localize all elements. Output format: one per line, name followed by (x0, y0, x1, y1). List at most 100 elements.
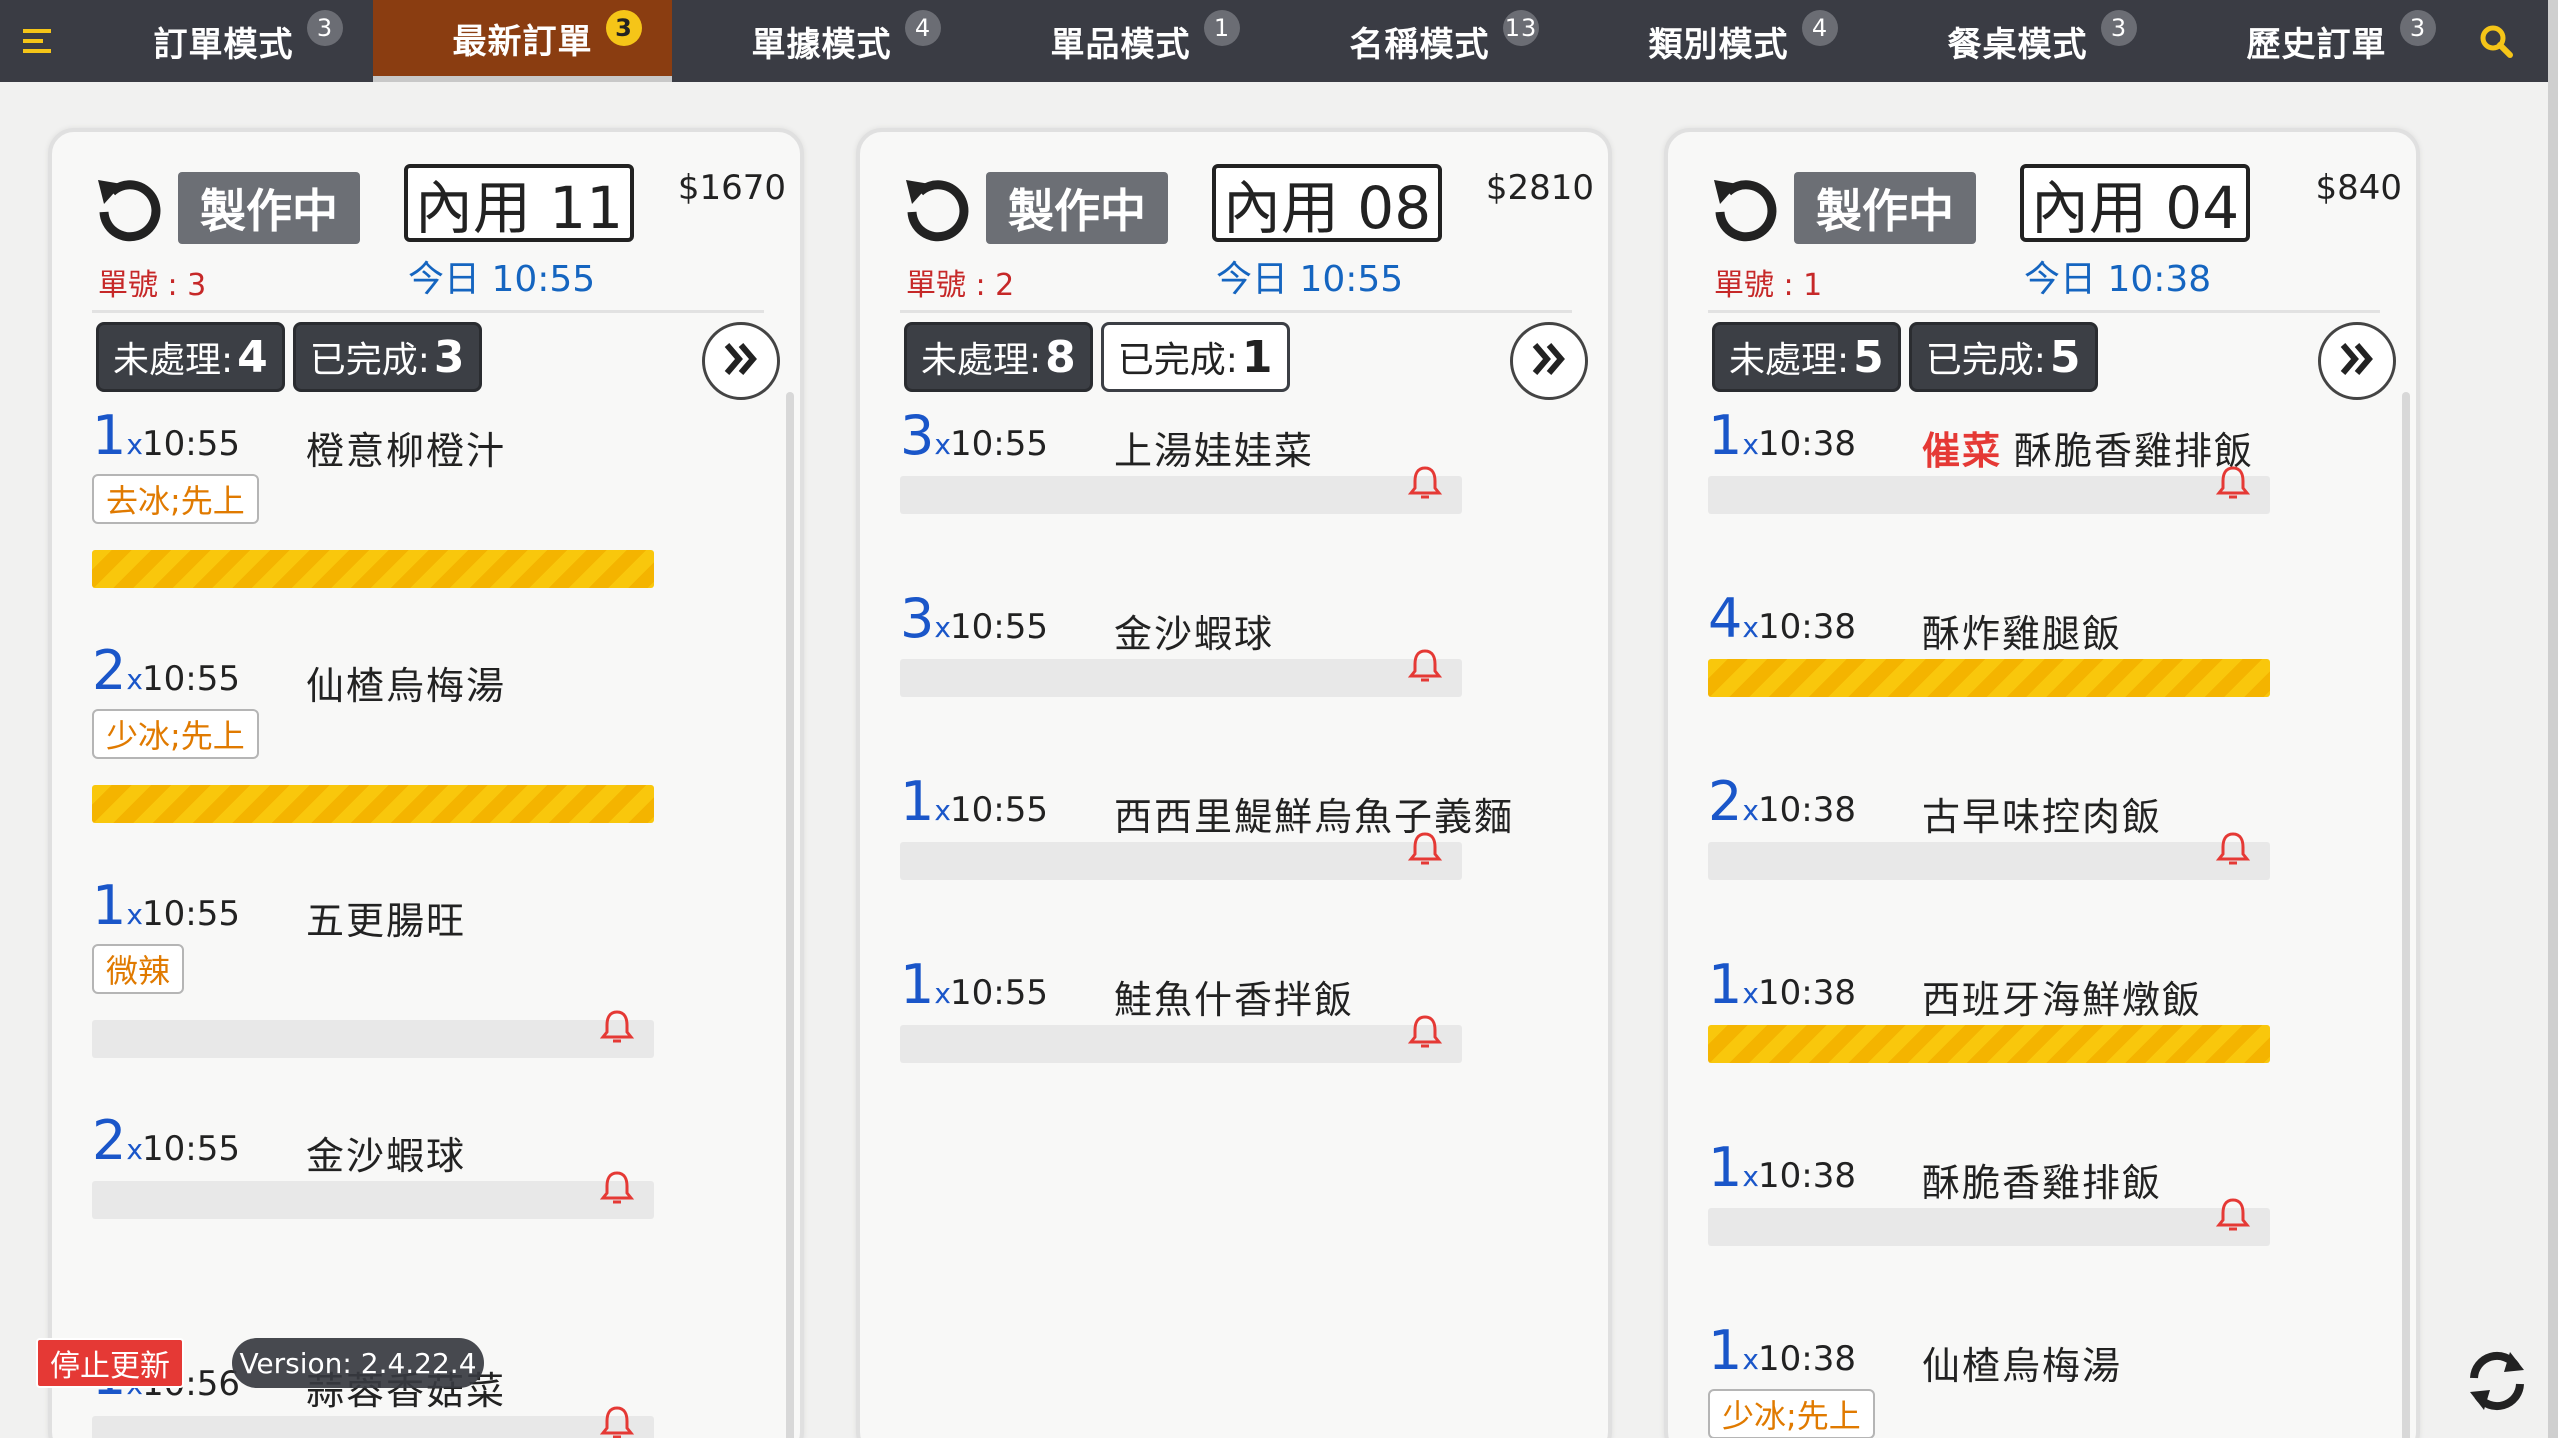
item-progress-bar[interactable] (92, 550, 654, 588)
done-count-button[interactable]: 已完成: 1 (1100, 322, 1290, 392)
tab-3[interactable]: 單品模式 1 (971, 0, 1270, 82)
divider (1708, 310, 2380, 313)
item-qty: 1x (1708, 1136, 1759, 1199)
bell-icon[interactable] (1406, 1013, 1444, 1051)
scrollbar[interactable] (786, 392, 794, 1438)
tab-6[interactable]: 餐桌模式 3 (1868, 0, 2167, 82)
done-label: 已完成: (1117, 340, 1238, 381)
status-counts: 未處理: 8 已完成: 1 (904, 322, 1290, 392)
tab-7[interactable]: 歷史訂單 3 (2167, 0, 2466, 82)
item-qty-value: 1 (900, 770, 935, 833)
bell-icon[interactable] (598, 1008, 636, 1046)
item-note: 微辣 (92, 944, 185, 994)
times-sign: x (1742, 1343, 1759, 1376)
item-pending-bar[interactable] (900, 466, 1462, 514)
item-pending-bar[interactable] (900, 1015, 1462, 1063)
item-qty: 1x (900, 770, 951, 833)
item-qty: 2x (92, 1109, 143, 1172)
forward-button[interactable] (2318, 322, 2396, 400)
order-number: 單號 : 3 (98, 268, 207, 303)
pending-count-button[interactable]: 未處理: 4 (96, 322, 285, 392)
status-counts: 未處理: 5 已完成: 5 (1712, 322, 2098, 392)
tab-count-badge: 3 (606, 10, 642, 46)
top-nav: 訂單模式 3 最新訂單 3 單據模式 4 單品模式 1 名稱模式 13 類別模式 4 餐桌模式 3 歷史訂單… (0, 0, 2548, 82)
item-name: 酥炸雞腿飯 (1922, 603, 2122, 658)
divider (900, 310, 1572, 313)
pending-count: 8 (1045, 331, 1076, 383)
urgent-tag: 催菜 (1922, 429, 2003, 473)
item-time: 10:38 (1758, 1156, 1856, 1196)
tab-1[interactable]: 最新訂單 3 (373, 0, 672, 82)
double-chevron-right-icon (1529, 341, 1569, 381)
item-name: 五更腸旺 (306, 890, 466, 945)
bell-icon[interactable] (598, 1404, 636, 1438)
order-time: 今日 10:55 (1216, 259, 1404, 300)
item-pending-bar[interactable] (900, 649, 1462, 697)
item-progress-bar[interactable] (92, 785, 654, 823)
tab-2[interactable]: 單據模式 4 (672, 0, 971, 82)
pending-count-button[interactable]: 未處理: 5 (1712, 322, 1901, 392)
item-time: 10:55 (950, 607, 1048, 647)
status-badge[interactable]: 製作中 (178, 172, 360, 244)
item-progress-bar[interactable] (1708, 1025, 2270, 1063)
bell-icon[interactable] (598, 1169, 636, 1207)
item-name: 西班牙海鮮燉飯 (1922, 969, 2202, 1024)
pending-count-button[interactable]: 未處理: 8 (904, 322, 1093, 392)
tab-5[interactable]: 類別模式 4 (1569, 0, 1868, 82)
item-qty-value: 2 (1708, 770, 1743, 833)
item-pending-bar[interactable] (92, 1406, 654, 1438)
undo-icon[interactable] (92, 170, 164, 242)
status-badge[interactable]: 製作中 (986, 172, 1168, 244)
item-qty: 1x (1708, 404, 1759, 467)
item-pending-bar[interactable] (900, 832, 1462, 880)
order-amount: $1670 (677, 168, 786, 208)
search-icon[interactable] (2466, 0, 2526, 82)
done-count-button[interactable]: 已完成: 3 (292, 322, 482, 392)
bell-icon[interactable] (1406, 647, 1444, 685)
tab-count-badge: 3 (2400, 10, 2436, 46)
item-progress-bar[interactable] (1708, 659, 2270, 697)
item-name-text: 酥脆香雞排飯 (1922, 1161, 2163, 1205)
item-name-text: 金沙蝦球 (306, 1134, 467, 1178)
tab-label: 歷史訂單 (2246, 24, 2387, 65)
pending-label: 未處理: (921, 340, 1042, 381)
scrollbar[interactable] (2402, 392, 2410, 1438)
times-sign: x (934, 794, 951, 827)
item-note: 少冰;先上 (92, 709, 259, 759)
tab-0[interactable]: 訂單模式 3 (74, 0, 373, 82)
item-time: 10:55 (142, 1129, 240, 1169)
order-card: 製作中 內用 08 $2810 單號 : 2 今日 10:55 未處理: 8 已完成: 1 3x 1… (856, 128, 1612, 1438)
item-qty-value: 4 (1708, 587, 1743, 650)
table-number: 內用 04 (2020, 164, 2250, 242)
refresh-icon[interactable] (2462, 1346, 2532, 1416)
item-pending-bar[interactable] (1708, 1198, 2270, 1246)
tab-count-badge: 4 (905, 10, 941, 46)
done-count-button[interactable]: 已完成: 5 (1908, 322, 2098, 392)
bell-icon[interactable] (2214, 1196, 2252, 1234)
bell-icon[interactable] (1406, 830, 1444, 868)
bell-icon[interactable] (1406, 464, 1444, 502)
order-amount: $840 (2315, 168, 2402, 208)
item-time: 10:38 (1758, 607, 1856, 647)
status-badge[interactable]: 製作中 (1794, 172, 1976, 244)
item-name-text: 鮭魚什香拌飯 (1114, 978, 1355, 1022)
item-pending-bar[interactable] (1708, 466, 2270, 514)
tab-4[interactable]: 名稱模式 13 (1270, 0, 1569, 82)
menu-icon[interactable] (0, 0, 74, 82)
bell-icon[interactable] (2214, 830, 2252, 868)
item-pending-bar[interactable] (92, 1171, 654, 1219)
item-name: 仙楂烏梅湯 (1922, 1335, 2122, 1390)
item-pending-bar[interactable] (1708, 832, 2270, 880)
bell-icon[interactable] (2214, 464, 2252, 502)
undo-icon[interactable] (900, 170, 972, 242)
done-label: 已完成: (309, 340, 430, 381)
undo-icon[interactable] (1708, 170, 1780, 242)
item-name-text: 五更腸旺 (306, 899, 467, 943)
item-pending-bar[interactable] (92, 1010, 654, 1058)
stop-update-button[interactable]: 停止更新 (36, 1338, 184, 1388)
forward-button[interactable] (1510, 322, 1588, 400)
item-qty: 1x (92, 874, 143, 937)
forward-button[interactable] (702, 322, 780, 400)
item-qty: 1x (1708, 1319, 1759, 1382)
item-qty: 3x (900, 587, 951, 650)
